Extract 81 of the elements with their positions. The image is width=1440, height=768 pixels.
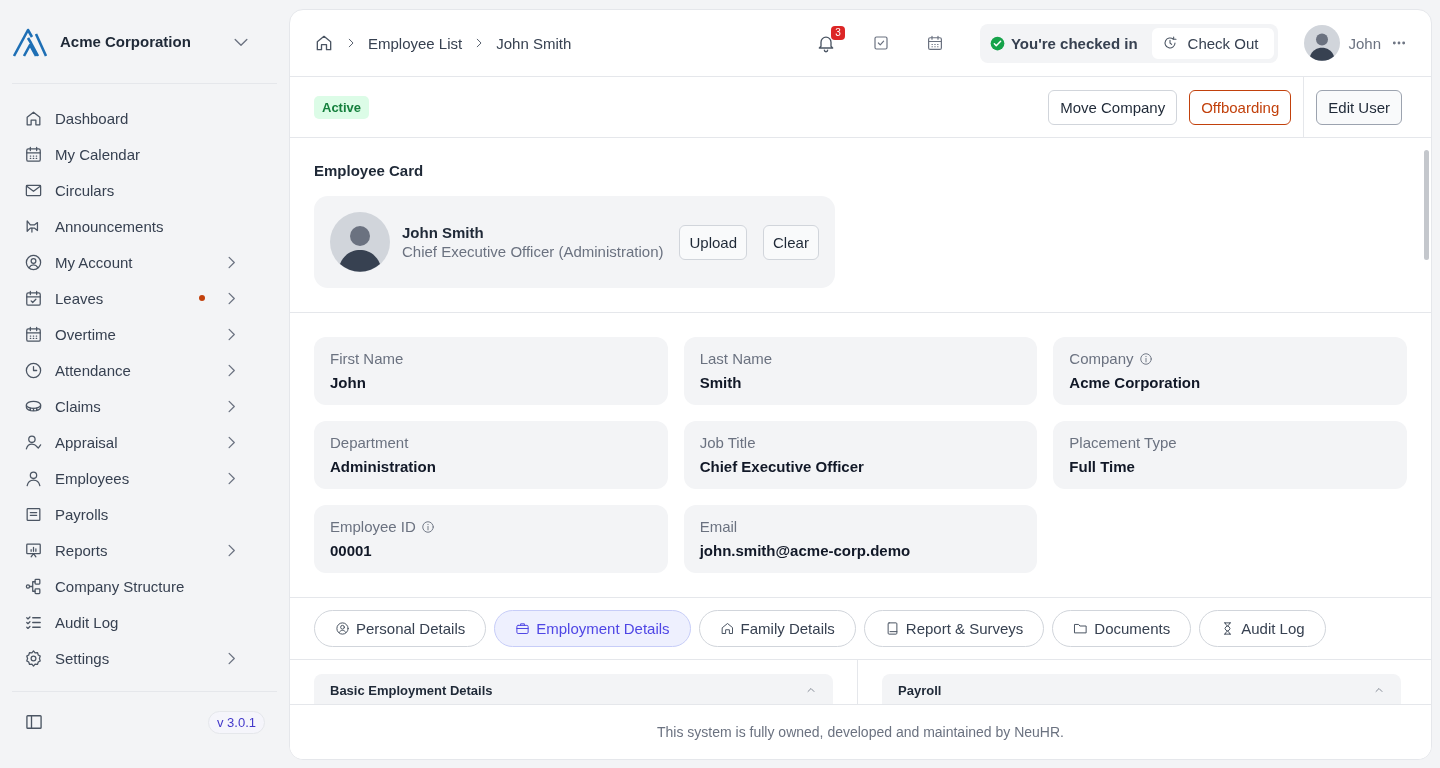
action-button[interactable]: Offboarding xyxy=(1189,89,1292,125)
action-button[interactable]: Edit User xyxy=(1316,89,1402,125)
book-icon xyxy=(884,621,900,636)
calendar-icon xyxy=(24,324,43,344)
field-label: Last Name xyxy=(699,350,773,367)
check-in-status: You're checked in xyxy=(1010,34,1138,52)
field-value: John xyxy=(330,374,367,391)
tab[interactable]: Family Details xyxy=(698,610,856,647)
folder-icon xyxy=(1073,621,1089,636)
field-value: Smith xyxy=(699,374,743,391)
hierarchy-icon xyxy=(24,576,43,596)
sidebar-item[interactable]: Attendance xyxy=(12,352,277,388)
sidebar-item[interactable]: Dashboard xyxy=(12,100,277,136)
scrollbar-thumb[interactable] xyxy=(1424,150,1429,260)
photo-button[interactable]: Clear xyxy=(763,224,819,260)
panel-header[interactable]: Payroll xyxy=(882,674,1401,704)
calendar-icon[interactable] xyxy=(925,34,944,52)
field-value: Administration xyxy=(330,458,437,475)
employee-name: John Smith xyxy=(402,224,485,241)
home-icon xyxy=(24,108,43,128)
user-name: John xyxy=(1348,34,1381,52)
version-badge: v 3.0.1 xyxy=(207,710,265,734)
check-circle-icon xyxy=(989,35,1005,51)
photo-button[interactable]: Upload xyxy=(679,224,748,260)
field-label: Department xyxy=(330,434,409,451)
field-label: First Name xyxy=(330,350,404,367)
sidebar-item[interactable]: Announcements xyxy=(12,208,277,244)
sidebar-item[interactable]: My Account xyxy=(12,244,277,280)
home-icon[interactable] xyxy=(314,33,334,53)
field-value: Acme Corporation xyxy=(1069,374,1202,391)
field-label: Employee ID xyxy=(330,518,416,535)
tab[interactable]: Employment Details xyxy=(494,610,691,647)
sidebar-item[interactable]: Employees xyxy=(12,460,277,496)
footer-text: This system is fully owned, developed and maintained by NeuHR. xyxy=(290,704,1431,759)
field-label: Job Title xyxy=(699,434,756,451)
tab[interactable]: Documents xyxy=(1052,610,1192,647)
sidebar-item[interactable]: Circulars xyxy=(12,172,277,208)
clock-icon xyxy=(24,360,43,380)
sidebar-item[interactable]: Overtime xyxy=(12,316,277,352)
avatar xyxy=(330,212,390,272)
section-title: Employee Card xyxy=(314,162,425,179)
sidebar-item[interactable]: Claims xyxy=(12,388,277,424)
field-value: john.smith@acme-corp.demo xyxy=(699,542,912,559)
panel-header[interactable]: Basic Employment Details xyxy=(314,674,833,704)
user-circle-icon xyxy=(335,621,350,636)
sidebar-toggle-icon[interactable] xyxy=(24,712,44,732)
sidebar-item[interactable]: Company Structure xyxy=(12,568,277,604)
field-label: Company xyxy=(1069,350,1134,367)
briefcase-icon xyxy=(515,621,531,636)
settings-icon xyxy=(24,648,43,668)
company-name: Acme Corporation xyxy=(60,33,192,50)
checkbox-icon[interactable] xyxy=(871,34,890,52)
calendar-icon xyxy=(24,144,43,164)
sidebar-item[interactable]: Appraisal xyxy=(12,424,277,460)
tab[interactable]: Report & Surveys xyxy=(863,610,1045,647)
sidebar-item[interactable]: Payrolls xyxy=(12,496,277,532)
sidebar-item[interactable]: Settings xyxy=(12,640,277,676)
sidebar-item[interactable]: My Calendar xyxy=(12,136,277,172)
employee-role: Chief Executive Officer (Administration) xyxy=(402,243,664,260)
field-value: Full Time xyxy=(1069,458,1136,475)
calendar-check-icon xyxy=(24,288,43,308)
clock-arrow-icon xyxy=(1161,35,1178,51)
field-label: Placement Type xyxy=(1069,434,1177,451)
tab[interactable]: Personal Details xyxy=(314,610,487,647)
sidebar-item[interactable]: Leaves xyxy=(12,280,277,316)
sidebar-item[interactable]: Reports xyxy=(12,532,277,568)
avatar xyxy=(1304,25,1341,61)
breadcrumb-current[interactable]: John Smith xyxy=(496,34,572,52)
action-button[interactable]: Move Company xyxy=(1048,89,1178,125)
field-value: Chief Executive Officer xyxy=(699,458,865,475)
home-icon xyxy=(719,621,735,636)
field-label: Email xyxy=(699,518,738,535)
user-circle-icon xyxy=(24,252,43,272)
logo-icon xyxy=(12,26,48,57)
field-value: 00001 xyxy=(330,542,373,559)
tab[interactable]: Audit Log xyxy=(1199,610,1326,647)
sidebar-item[interactable]: Audit Log xyxy=(12,604,277,640)
status-badge: Active xyxy=(314,95,370,119)
notification-badge: 3 xyxy=(831,26,845,40)
check-out-button[interactable]: Check Out xyxy=(1151,27,1275,59)
breadcrumb-link[interactable]: Employee List xyxy=(368,34,463,52)
